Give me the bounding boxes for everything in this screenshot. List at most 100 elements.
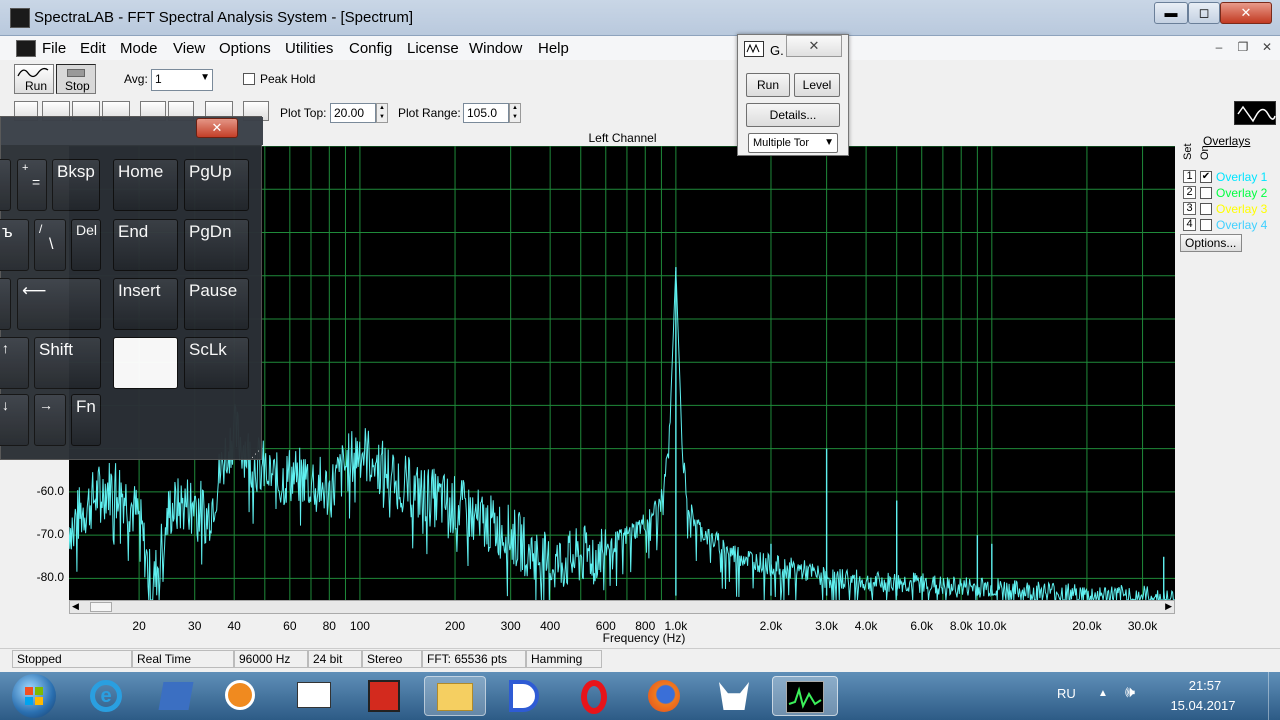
- overlay-set-button[interactable]: 3: [1183, 202, 1196, 215]
- mdi-close-button[interactable]: ✕: [1258, 40, 1276, 56]
- overlay-checkbox[interactable]: [1200, 187, 1212, 199]
- daemon-tools-icon[interactable]: [500, 676, 548, 716]
- firefox-glyph: [648, 680, 680, 712]
- key-pause[interactable]: Pause: [184, 278, 249, 330]
- generator-level-button[interactable]: Level: [794, 73, 840, 97]
- menu-view[interactable]: View: [173, 40, 205, 57]
- menu-window[interactable]: Window: [469, 40, 522, 57]
- close-button[interactable]: ✕: [1220, 2, 1272, 24]
- disk-glyph: [368, 680, 400, 712]
- overlay-checkbox[interactable]: [1200, 219, 1212, 231]
- menu-edit[interactable]: Edit: [80, 40, 106, 57]
- file-explorer-icon[interactable]: [424, 676, 486, 716]
- document-icon[interactable]: [16, 40, 36, 57]
- plot-top-spinner[interactable]: ▲ ▼: [376, 103, 388, 123]
- key-partial-left2[interactable]: [0, 278, 11, 330]
- key-partial-left1[interactable]: [0, 159, 11, 211]
- generator-details-button[interactable]: Details...: [746, 103, 840, 127]
- save-disk-icon[interactable]: [360, 676, 408, 716]
- key-down[interactable]: ↓: [0, 394, 29, 446]
- key-end[interactable]: End: [113, 219, 178, 271]
- stop-button[interactable]: Stop: [56, 64, 96, 94]
- menu-file[interactable]: File: [42, 40, 66, 57]
- key-plus[interactable]: + =: [17, 159, 47, 211]
- key-slash[interactable]: / \: [34, 219, 66, 271]
- menu-config[interactable]: Config: [349, 40, 392, 57]
- menu-help[interactable]: Help: [538, 40, 569, 57]
- media-player-icon[interactable]: [216, 676, 264, 716]
- overlay-checkbox[interactable]: [1200, 203, 1212, 215]
- horizontal-scrollbar[interactable]: ◀ ▶: [69, 600, 1175, 614]
- plot-range-input[interactable]: 105.0: [463, 103, 509, 123]
- speaker-icon[interactable]: 🕪: [1125, 684, 1135, 702]
- key-slash-top: /: [39, 222, 43, 236]
- scroll-thumb[interactable]: [90, 602, 112, 612]
- menu-utilities[interactable]: Utilities: [285, 40, 333, 57]
- internet-explorer-icon[interactable]: e: [82, 676, 130, 716]
- overlay-label: Overlay 2: [1216, 186, 1268, 200]
- key-sclk[interactable]: ScLk: [184, 337, 249, 389]
- key-bksp[interactable]: Bksp: [52, 159, 100, 211]
- opera-icon[interactable]: [570, 676, 618, 716]
- signal-generator-icon[interactable]: [1234, 101, 1276, 125]
- key-pgup[interactable]: PgUp: [184, 159, 249, 211]
- mdi-restore-button[interactable]: ❐: [1234, 40, 1252, 56]
- paint-tool-icon[interactable]: [152, 676, 200, 716]
- overlay-set-button[interactable]: 2: [1183, 186, 1196, 199]
- key-blank-highlighted[interactable]: [113, 337, 178, 389]
- peak-hold-checkbox[interactable]: [243, 73, 255, 85]
- status-bit-depth: 24 bit: [308, 650, 362, 668]
- tray-expand-icon[interactable]: ▲: [1098, 688, 1108, 699]
- generator-mode-value: Multiple Tor: [753, 137, 810, 149]
- key-slash-bottom: \: [49, 236, 54, 253]
- key-insert[interactable]: Insert: [113, 278, 178, 330]
- clock-time[interactable]: 21:57: [1170, 678, 1240, 693]
- key-home[interactable]: Home: [113, 159, 178, 211]
- key-fn[interactable]: Fn: [71, 394, 101, 446]
- spectralab-taskbar-icon[interactable]: [772, 676, 838, 716]
- menu-options[interactable]: Options: [219, 40, 271, 57]
- overlay-set-button[interactable]: 4: [1183, 218, 1196, 231]
- maximize-button[interactable]: ◻: [1188, 2, 1220, 24]
- key-del[interactable]: Del: [71, 219, 101, 271]
- osk-close-button[interactable]: ✕: [196, 118, 238, 138]
- generator-mode-select[interactable]: Multiple Tor ▼: [748, 133, 838, 153]
- overlay-options-button[interactable]: Options...: [1180, 234, 1242, 252]
- key-pgdn[interactable]: PgDn: [184, 219, 249, 271]
- avg-select[interactable]: 1 ▼: [151, 69, 213, 91]
- stop-icon: [67, 69, 85, 77]
- scroll-left-icon[interactable]: ◀: [72, 601, 79, 612]
- run-button[interactable]: Run: [14, 64, 54, 94]
- foobar-icon[interactable]: [710, 676, 758, 716]
- notepad-glyph: [297, 682, 331, 708]
- firefox-icon[interactable]: [640, 676, 688, 716]
- key-right[interactable]: →: [34, 394, 66, 446]
- plot-range-spinner[interactable]: ▲ ▼: [509, 103, 521, 123]
- stop-label: Stop: [65, 79, 90, 93]
- key-up[interactable]: ↑: [0, 337, 29, 389]
- key-plus-top: +: [22, 162, 29, 174]
- mdi-minimize-button[interactable]: –: [1210, 40, 1228, 56]
- generator-run-button[interactable]: Run: [746, 73, 790, 97]
- menu-license[interactable]: License: [407, 40, 459, 57]
- overlays-panel: Overlays Set On 1 ✔ Overlay 1 2 Overlay 2 3 Ov…: [1180, 134, 1280, 264]
- overlay-set-button[interactable]: 1: [1183, 170, 1196, 183]
- start-button[interactable]: [12, 674, 56, 718]
- minimize-button[interactable]: ▬: [1154, 2, 1188, 24]
- overlay-checkbox[interactable]: ✔: [1200, 171, 1212, 183]
- plot-top-input[interactable]: 20.00: [330, 103, 376, 123]
- generator-close-button[interactable]: ✕: [786, 35, 842, 57]
- resize-grip-icon[interactable]: ⋰: [251, 449, 261, 459]
- key-shift[interactable]: Shift: [34, 337, 101, 389]
- show-desktop-button[interactable]: [1268, 672, 1280, 720]
- key-enter[interactable]: ⟵: [17, 278, 101, 330]
- notepad-icon[interactable]: [290, 676, 338, 716]
- clock-date[interactable]: 15.04.2017: [1160, 698, 1246, 713]
- status-run-state: Stopped: [12, 650, 132, 668]
- scroll-right-icon[interactable]: ▶: [1165, 601, 1172, 612]
- menu-mode[interactable]: Mode: [120, 40, 158, 57]
- windows-logo-blue: [25, 697, 33, 705]
- language-indicator[interactable]: RU: [1057, 686, 1076, 701]
- wave-icon: [1237, 105, 1276, 123]
- key-hard-sign[interactable]: ъ: [0, 219, 29, 271]
